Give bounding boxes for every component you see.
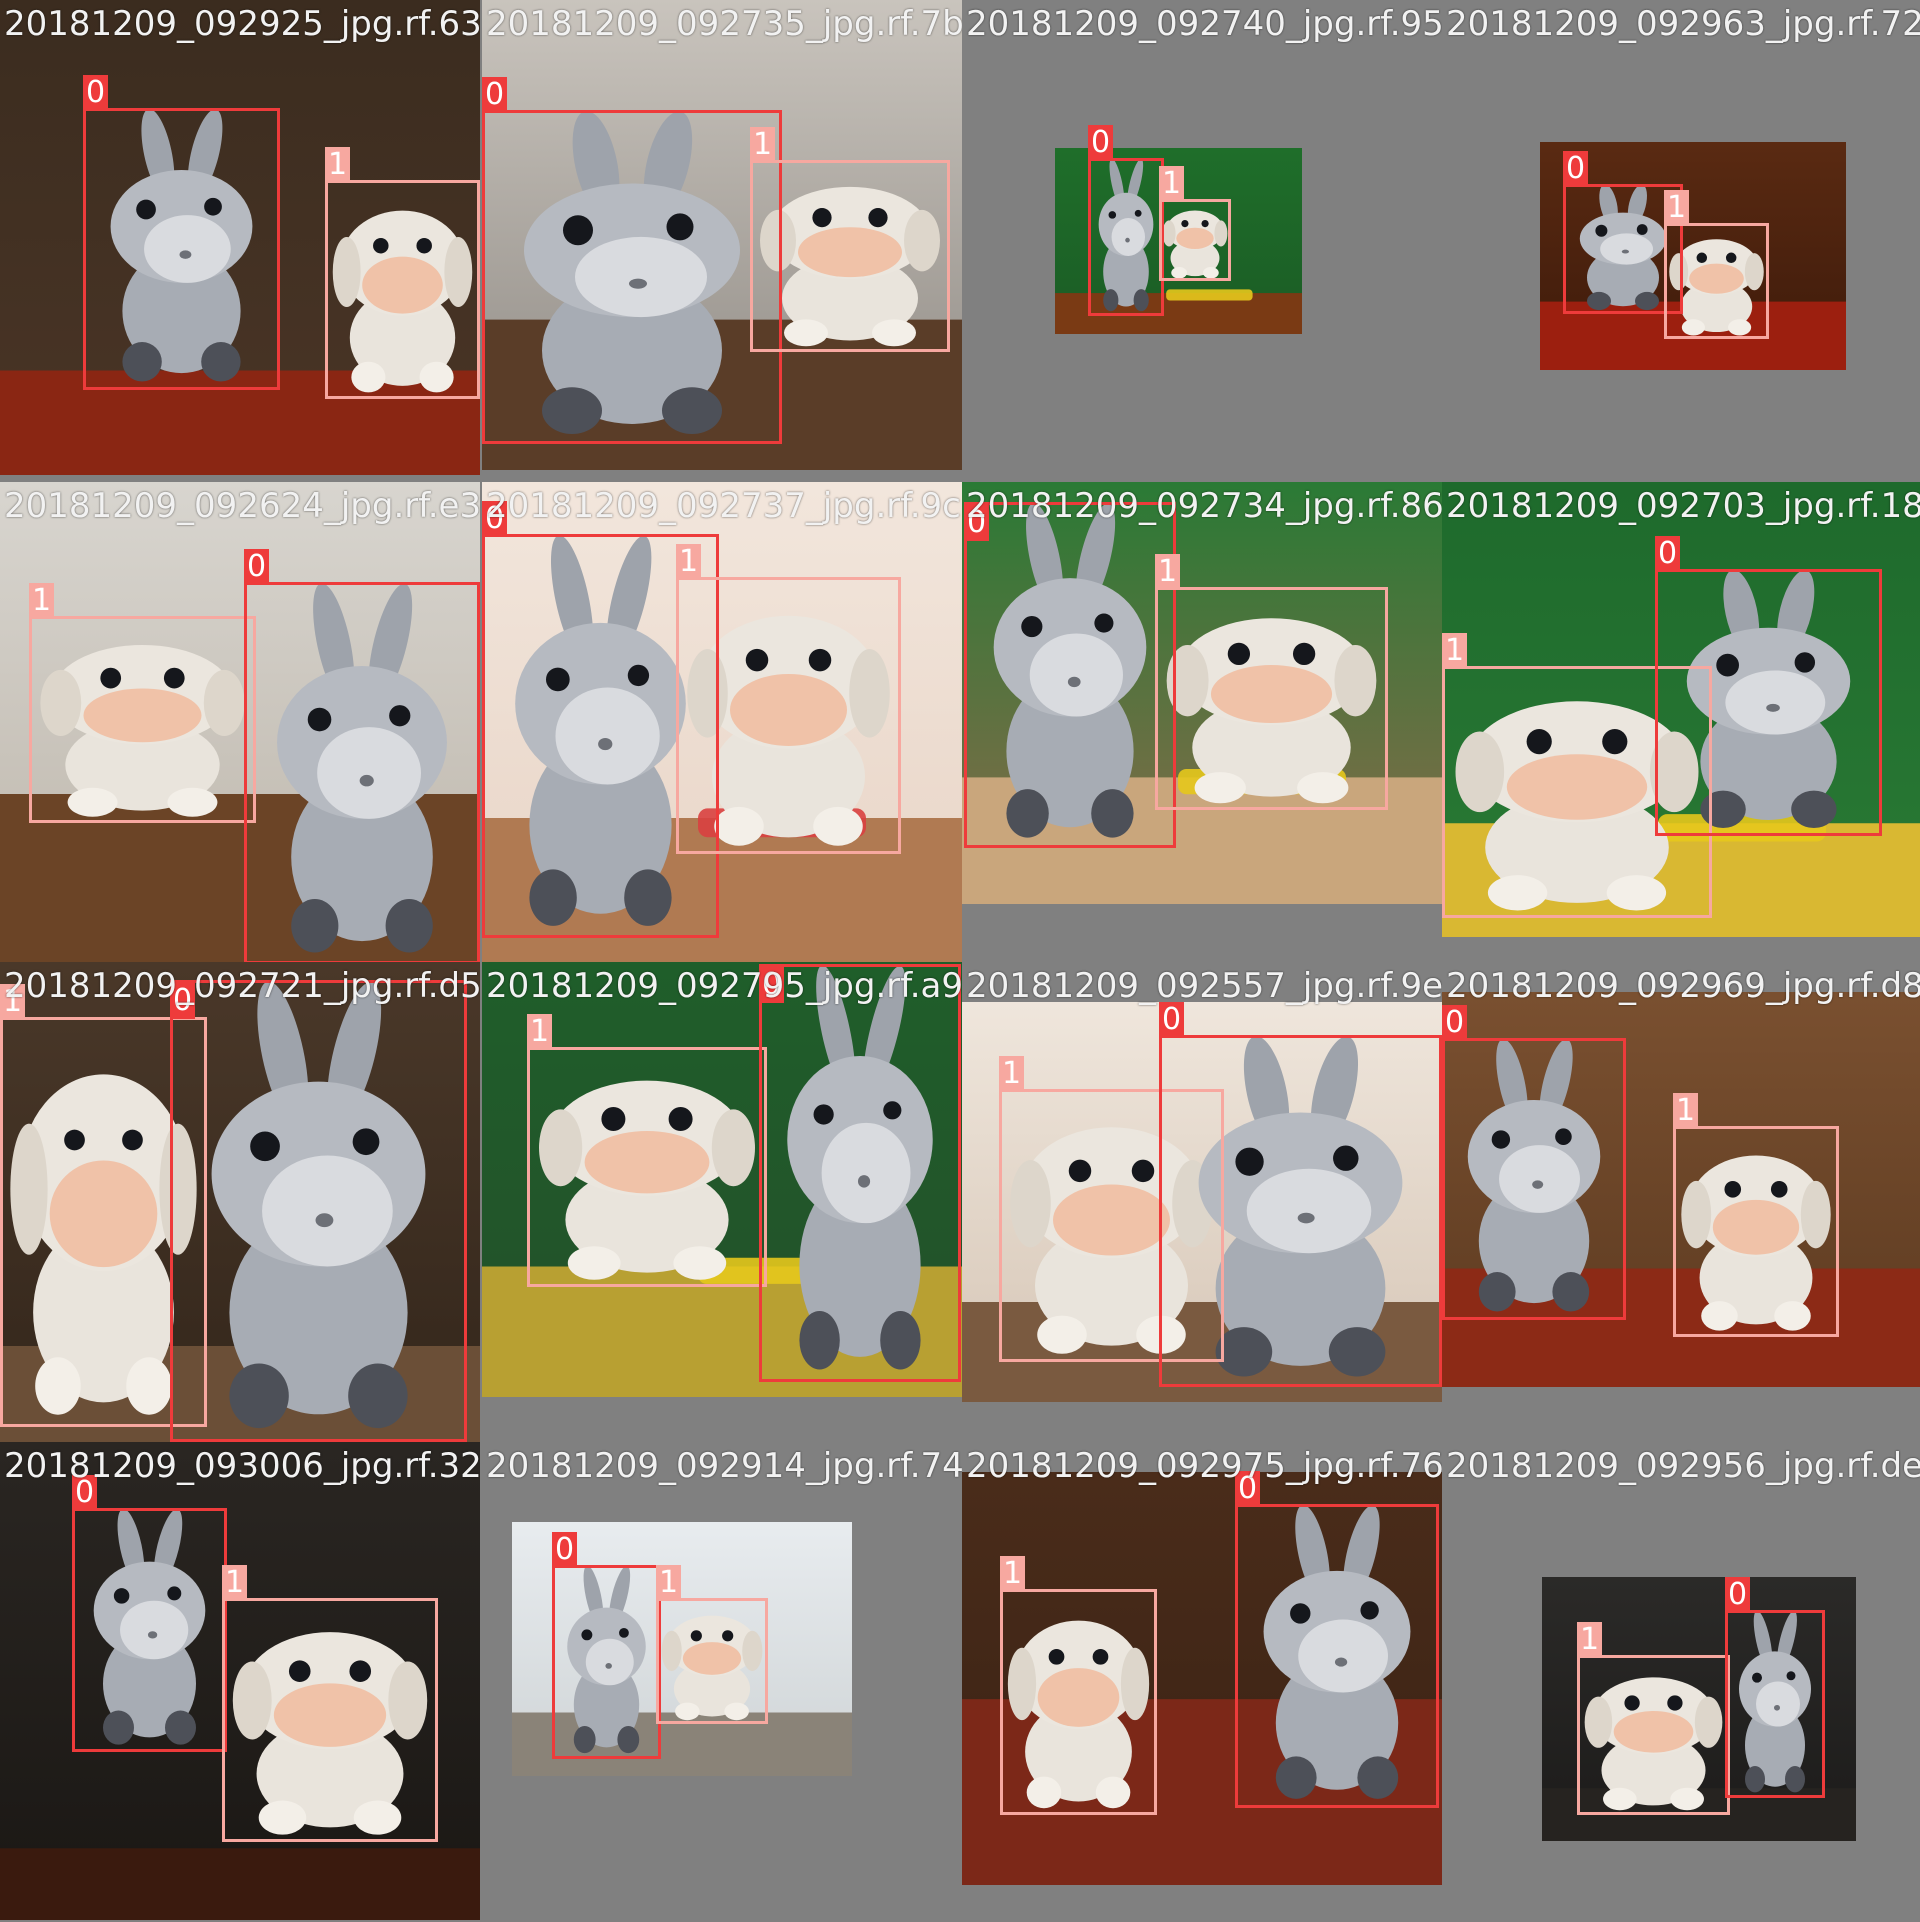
mosaic-tile: 1 0 20181209_092956_jpg.rf.de xyxy=(1442,1442,1920,1922)
filename-caption: 20181209_093006_jpg.rf.32 xyxy=(4,1446,480,1486)
bounding-box: 1 xyxy=(1155,554,1388,810)
class-label: 1 xyxy=(325,147,351,183)
class-label: 1 xyxy=(1155,554,1181,590)
bounding-box: 0 xyxy=(1159,1002,1442,1387)
bounding-box: 1 xyxy=(1673,1093,1839,1337)
bounding-box: 0 xyxy=(244,549,480,962)
filename-caption: 20181209_092795_jpg.rf.a9 xyxy=(486,966,962,1006)
bounding-box: 0 xyxy=(1655,536,1882,836)
filename-caption: 20181209_092703_jpg.rf.18 xyxy=(1446,486,1920,526)
bounding-box: 0 xyxy=(552,1532,661,1759)
mosaic-tile: 0 1 20181209_092925_jpg.rf.63 xyxy=(0,0,480,480)
class-label: 1 xyxy=(1000,1556,1026,1592)
mosaic-tile: 0 1 20181209_092734_jpg.rf.86 xyxy=(962,482,1442,962)
mosaic-tile: 0 1 20181209_092914_jpg.rf.74 xyxy=(482,1442,962,1922)
mosaic-tile: 0 1 20181209_092963_jpg.rf.72 xyxy=(1442,0,1920,480)
filename-caption: 20181209_092721_jpg.rf.d5 xyxy=(4,966,480,1006)
class-label: 0 xyxy=(552,1532,578,1568)
bounding-box: 1 xyxy=(527,1014,767,1287)
bounding-box: 1 xyxy=(750,127,950,352)
bounding-box: 0 xyxy=(964,502,1176,848)
bounding-box: 1 xyxy=(325,147,480,399)
mosaic-tile: 0 1 20181209_092737_jpg.rf.9c xyxy=(482,482,962,962)
class-label: 1 xyxy=(29,583,55,619)
bounding-box: 0 xyxy=(759,964,961,1382)
class-label: 1 xyxy=(1673,1093,1699,1129)
bounding-box: 1 xyxy=(29,583,256,823)
filename-caption: 20181209_092735_jpg.rf.7b xyxy=(486,4,962,44)
mosaic-tile: 1 0 20181209_092703_jpg.rf.18 xyxy=(1442,482,1920,962)
class-label: 1 xyxy=(1664,190,1690,226)
bounding-box: 0 xyxy=(1442,1005,1626,1320)
mosaic-tile: 0 1 20181209_092740_jpg.rf.95 xyxy=(962,0,1442,480)
class-label: 1 xyxy=(1159,166,1185,202)
class-label: 1 xyxy=(656,1565,682,1601)
bounding-box: 1 xyxy=(676,544,901,854)
filename-caption: 20181209_092969_jpg.rf.d8 xyxy=(1446,966,1920,1006)
class-label: 1 xyxy=(527,1014,553,1050)
mosaic-tile: 0 1 20181209_092969_jpg.rf.d8 xyxy=(1442,962,1920,1442)
class-label: 0 xyxy=(1442,1005,1468,1041)
mosaic-tile: 1 0 20181209_092795_jpg.rf.a9 xyxy=(482,962,962,1442)
filename-caption: 20181209_092624_jpg.rf.e3 xyxy=(4,486,480,526)
class-label: 1 xyxy=(676,544,702,580)
filename-caption: 20181209_092925_jpg.rf.63 xyxy=(4,4,480,44)
class-label: 1 xyxy=(222,1565,248,1601)
mosaic-tile: 0 1 20181209_092735_jpg.rf.7b xyxy=(482,0,962,480)
filename-caption: 20181209_092975_jpg.rf.76 xyxy=(966,1446,1442,1486)
class-label: 1 xyxy=(750,127,776,163)
class-label: 0 xyxy=(244,549,270,585)
bounding-box: 1 xyxy=(656,1565,768,1724)
class-label: 0 xyxy=(1563,151,1589,187)
bounding-box: 0 xyxy=(1088,125,1164,316)
mosaic-tile: 1 0 20181209_092624_jpg.rf.e3 xyxy=(0,482,480,962)
filename-caption: 20181209_092737_jpg.rf.9c xyxy=(486,486,961,526)
bounding-box: 1 xyxy=(1577,1622,1730,1815)
bounding-box: 0 xyxy=(170,980,467,1442)
bounding-box: 1 xyxy=(222,1565,438,1842)
bounding-box: 1 xyxy=(1159,166,1231,281)
bounding-box: 0 xyxy=(72,1475,227,1752)
mosaic-tile: 1 0 20181209_092721_jpg.rf.d5 xyxy=(0,962,480,1442)
class-label: 0 xyxy=(1088,125,1114,161)
filename-caption: 20181209_092914_jpg.rf.74 xyxy=(486,1446,962,1486)
class-label: 1 xyxy=(1442,633,1468,669)
bounding-box: 1 xyxy=(1000,1556,1157,1815)
class-label: 0 xyxy=(482,77,508,113)
bounding-box: 0 xyxy=(83,75,280,390)
mosaic-grid: 0 1 20181209_092925_jpg.rf.63 0 1 201812… xyxy=(0,0,1920,1922)
filename-caption: 20181209_092740_jpg.rf.95 xyxy=(966,4,1442,44)
mosaic-tile: 1 0 20181209_092975_jpg.rf.76 xyxy=(962,1442,1442,1922)
filename-caption: 20181209_092734_jpg.rf.86 xyxy=(966,486,1442,526)
bounding-box: 1 xyxy=(1664,190,1769,339)
filename-caption: 20181209_092963_jpg.rf.72 xyxy=(1446,4,1920,44)
class-label: 0 xyxy=(1725,1577,1751,1613)
class-label: 0 xyxy=(83,75,109,111)
filename-caption: 20181209_092557_jpg.rf.9e xyxy=(966,966,1442,1006)
filename-caption: 20181209_092956_jpg.rf.de xyxy=(1446,1446,1920,1486)
class-label: 0 xyxy=(1655,536,1681,572)
class-label: 1 xyxy=(999,1056,1025,1092)
bounding-box: 0 xyxy=(1235,1471,1439,1808)
mosaic-tile: 0 1 20181209_093006_jpg.rf.32 xyxy=(0,1442,480,1922)
bounding-box: 0 xyxy=(1725,1577,1825,1798)
mosaic-tile: 1 0 20181209_092557_jpg.rf.9e xyxy=(962,962,1442,1442)
bounding-box: 0 xyxy=(482,77,782,444)
class-label: 1 xyxy=(1577,1622,1603,1658)
